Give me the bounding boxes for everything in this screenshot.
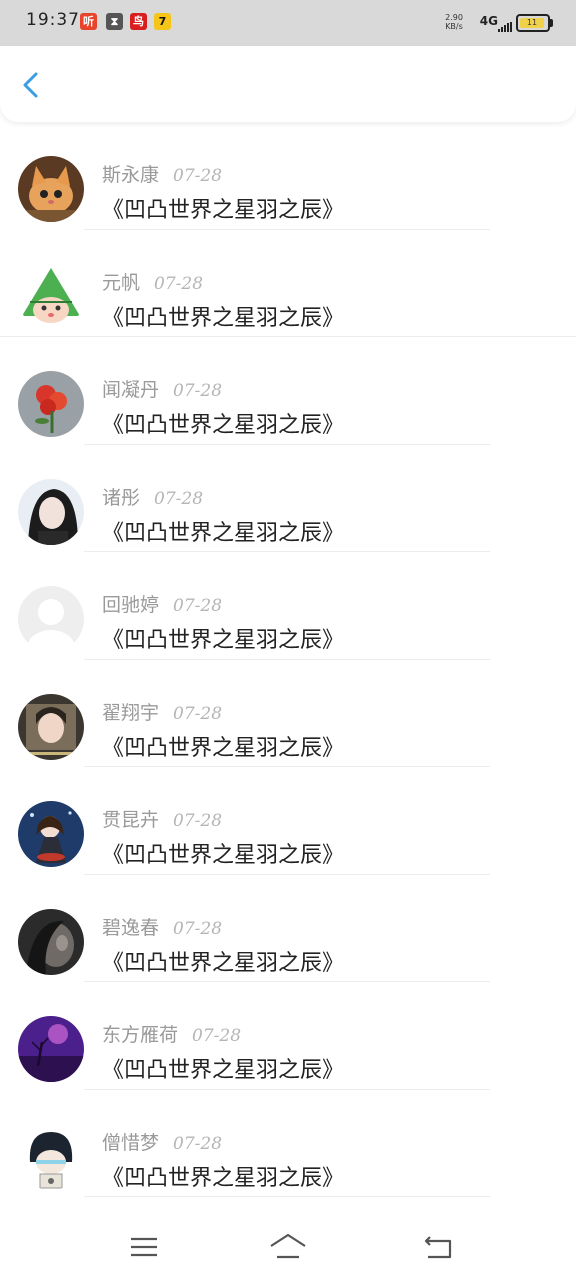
comment-meta: 斯永康 07-28	[102, 160, 223, 186]
status-indicators: 2.90 KB/s 4G 11	[400, 10, 553, 34]
signal-icon	[498, 22, 512, 32]
comment-item[interactable]: 斯永康 07-28 《凹凸世界之星羽之辰》	[0, 122, 576, 230]
comment-meta: 东方雁荷 07-28	[102, 1020, 242, 1046]
system-nav-bar	[0, 1214, 576, 1280]
comment-item[interactable]: 翟翔宇 07-28 《凹凸世界之星羽之辰》	[0, 660, 576, 767]
comment-meta: 贯昆卉 07-28	[102, 805, 223, 831]
comment-meta: 元帆 07-28	[102, 268, 204, 294]
home-button[interactable]	[268, 1230, 308, 1264]
avatar[interactable]	[18, 263, 84, 330]
comment-text: 《凹凸世界之星羽之辰》	[102, 843, 345, 868]
avatar[interactable]	[18, 908, 84, 975]
menu-button[interactable]	[126, 1230, 162, 1264]
comment-meta: 回驰婷 07-28	[102, 590, 223, 616]
comment-text: 《凹凸世界之星羽之辰》	[102, 735, 345, 761]
home-icon	[270, 1233, 306, 1259]
comment-item[interactable]: 贯昆卉 07-28 《凹凸世界之星羽之辰》	[0, 767, 576, 875]
network-type: 4G	[479, 14, 498, 28]
username[interactable]: 翟翔宇	[102, 702, 159, 724]
comment-item[interactable]: 元帆 07-28 《凹凸世界之星羽之辰》	[0, 230, 576, 337]
comment-date: 07-28	[173, 596, 223, 616]
username[interactable]: 东方雁荷	[102, 1024, 178, 1046]
comment-item[interactable]: 回驰婷 07-28 《凹凸世界之星羽之辰》	[0, 552, 576, 660]
comment-text: 《凹凸世界之星羽之辰》	[102, 198, 345, 223]
comment-date: 07-28	[173, 918, 223, 939]
username[interactable]: 回驰婷	[102, 594, 159, 616]
net-speed: 2.90 KB/s	[442, 13, 466, 31]
comment-text: 《凹凸世界之星羽之辰》	[102, 1058, 345, 1083]
bird-notification-icon: 鸟	[130, 13, 147, 30]
comment-text: 《凹凸世界之星羽之辰》	[102, 950, 345, 976]
comment-date: 07-28	[173, 381, 223, 401]
comment-text: 《凹凸世界之星羽之辰》	[102, 628, 345, 653]
avatar[interactable]	[18, 156, 84, 222]
comment-meta: 僧惜梦 07-28	[102, 1128, 223, 1154]
status-bar: 19:37 听 ⧗ 鸟 7 2.90 KB/s 4G 11	[0, 0, 576, 46]
comment-meta: 碧逸春 07-28	[102, 913, 223, 939]
comment-date: 07-28	[173, 166, 223, 186]
comment-meta: 闻凝丹 07-28	[102, 375, 223, 401]
top-bar	[0, 46, 576, 122]
comment-meta: 诸彤 07-28	[102, 483, 204, 509]
chevron-left-icon	[23, 72, 38, 98]
comment-date: 07-28	[173, 1133, 223, 1154]
menu-icon	[131, 1237, 157, 1257]
net-speed-value: 2.90	[445, 13, 463, 22]
app7-notification-icon: 7	[154, 13, 171, 30]
back-button[interactable]	[16, 70, 46, 100]
avatar[interactable]	[18, 478, 84, 545]
comment-text: 《凹凸世界之星羽之辰》	[102, 305, 345, 331]
comment-item[interactable]: 东方雁荷 07-28 《凹凸世界之星羽之辰》	[0, 982, 576, 1090]
comment-date: 07-28	[173, 811, 223, 831]
avatar[interactable]	[18, 1016, 84, 1082]
comment-date: 07-28	[154, 488, 204, 509]
comment-list: 斯永康 07-28 《凹凸世界之星羽之辰》 元帆 07-28 《凹凸世界之星羽之辰》 闻凝丹…	[0, 122, 576, 1197]
username[interactable]: 贯昆卉	[102, 809, 159, 831]
comment-text: 《凹凸世界之星羽之辰》	[102, 1165, 345, 1191]
battery-level: 11	[520, 18, 544, 28]
system-back-button[interactable]	[420, 1230, 456, 1264]
username[interactable]: 闻凝丹	[102, 379, 159, 401]
avatar[interactable]	[18, 586, 84, 652]
comment-meta: 翟翔宇 07-28	[102, 698, 223, 724]
avatar[interactable]	[18, 801, 84, 867]
status-time: 19:37	[26, 10, 80, 30]
hourglass-notification-icon: ⧗	[106, 13, 123, 30]
net-speed-unit: KB/s	[445, 22, 463, 31]
app-notification-icon: 听	[80, 13, 97, 30]
username[interactable]: 僧惜梦	[102, 1132, 159, 1154]
divider	[84, 1196, 490, 1197]
comment-item[interactable]: 闻凝丹 07-28 《凹凸世界之星羽之辰》	[0, 337, 576, 445]
comment-text: 《凹凸世界之星羽之辰》	[102, 413, 345, 438]
avatar[interactable]	[18, 1123, 84, 1190]
avatar[interactable]	[18, 693, 84, 760]
comment-date: 07-28	[192, 1026, 242, 1046]
comment-date: 07-28	[173, 703, 223, 724]
comment-text: 《凹凸世界之星羽之辰》	[102, 520, 345, 546]
back-arrow-icon	[424, 1236, 452, 1259]
comment-item[interactable]: 碧逸春 07-28 《凹凸世界之星羽之辰》	[0, 875, 576, 982]
comment-item[interactable]: 僧惜梦 07-28 《凹凸世界之星羽之辰》	[0, 1090, 576, 1197]
avatar[interactable]	[18, 371, 84, 437]
username[interactable]: 斯永康	[102, 164, 159, 186]
battery-icon: 11	[516, 14, 553, 32]
username[interactable]: 诸彤	[102, 487, 140, 509]
comment-date: 07-28	[154, 273, 204, 294]
comment-item[interactable]: 诸彤 07-28 《凹凸世界之星羽之辰》	[0, 445, 576, 552]
username[interactable]: 元帆	[102, 272, 140, 294]
username[interactable]: 碧逸春	[102, 917, 159, 939]
